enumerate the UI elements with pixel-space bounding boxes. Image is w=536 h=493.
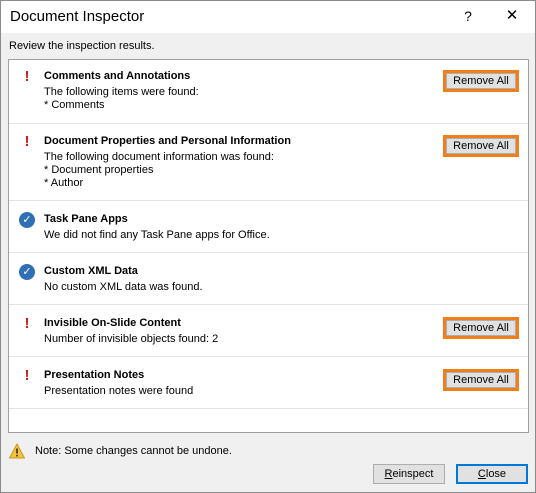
remove-all-comments-button[interactable]: Remove All bbox=[443, 70, 519, 92]
result-detail: We did not find any Task Pane apps for O… bbox=[44, 229, 270, 241]
result-title: Task Pane Apps bbox=[44, 213, 128, 225]
result-title: Presentation Notes bbox=[44, 369, 145, 381]
result-row-custom-xml-data: ✓ Custom XML Data No custom XML data was… bbox=[9, 253, 528, 305]
reinspect-button[interactable]: Reinspect bbox=[373, 464, 445, 484]
intro-text: Review the inspection results. bbox=[9, 40, 155, 52]
result-title: Custom XML Data bbox=[44, 265, 138, 277]
result-detail: The following document information was f… bbox=[44, 151, 274, 163]
result-detail: Presentation notes were found bbox=[44, 385, 194, 397]
checkmark-icon: ✓ bbox=[19, 212, 35, 228]
help-button[interactable]: ? bbox=[455, 5, 481, 27]
result-detail: No custom XML data was found. bbox=[44, 281, 203, 293]
result-detail: * Comments bbox=[44, 99, 105, 111]
result-row-comments: ! Comments and Annotations The following… bbox=[9, 60, 528, 124]
checkmark-icon: ✓ bbox=[19, 264, 35, 280]
result-detail: * Document properties bbox=[44, 164, 154, 176]
result-detail: * Author bbox=[44, 177, 84, 189]
title-bar: Document Inspector ? ✕ bbox=[1, 1, 535, 33]
remove-all-presentation-notes-button[interactable]: Remove All bbox=[443, 369, 519, 391]
exclamation-icon: ! bbox=[24, 133, 30, 150]
close-label: lose bbox=[485, 468, 507, 480]
result-title: Document Properties and Personal Informa… bbox=[44, 135, 291, 147]
close-window-button[interactable]: ✕ bbox=[499, 5, 525, 27]
exclamation-icon: ! bbox=[24, 315, 30, 332]
reinspect-label: einspect bbox=[392, 468, 434, 480]
exclamation-icon: ! bbox=[24, 367, 30, 384]
result-row-invisible-content: ! Invisible On-Slide Content Number of i… bbox=[9, 305, 528, 357]
result-detail: The following items were found: bbox=[44, 86, 199, 98]
result-row-task-pane-apps: ✓ Task Pane Apps We did not find any Tas… bbox=[9, 201, 528, 253]
document-inspector-dialog: Document Inspector ? ✕ Review the inspec… bbox=[0, 0, 536, 493]
results-list[interactable]: ! Comments and Annotations The following… bbox=[8, 59, 529, 433]
exclamation-icon: ! bbox=[24, 68, 30, 85]
result-title: Invisible On-Slide Content bbox=[44, 317, 181, 329]
close-button[interactable]: Close bbox=[456, 464, 528, 484]
note-text: Note: Some changes cannot be undone. bbox=[35, 445, 232, 457]
dialog-title: Document Inspector bbox=[10, 8, 145, 25]
remove-all-invisible-content-button[interactable]: Remove All bbox=[443, 317, 519, 339]
result-row-document-properties: ! Document Properties and Personal Infor… bbox=[9, 124, 528, 201]
result-detail: Number of invisible objects found: 2 bbox=[44, 333, 219, 345]
close-access-key: C bbox=[477, 468, 486, 480]
warning-triangle-icon bbox=[9, 443, 25, 459]
result-row-presentation-notes: ! Presentation Notes Presentation notes … bbox=[9, 357, 528, 409]
remove-all-document-properties-button[interactable]: Remove All bbox=[443, 135, 519, 157]
result-title: Comments and Annotations bbox=[44, 70, 191, 82]
